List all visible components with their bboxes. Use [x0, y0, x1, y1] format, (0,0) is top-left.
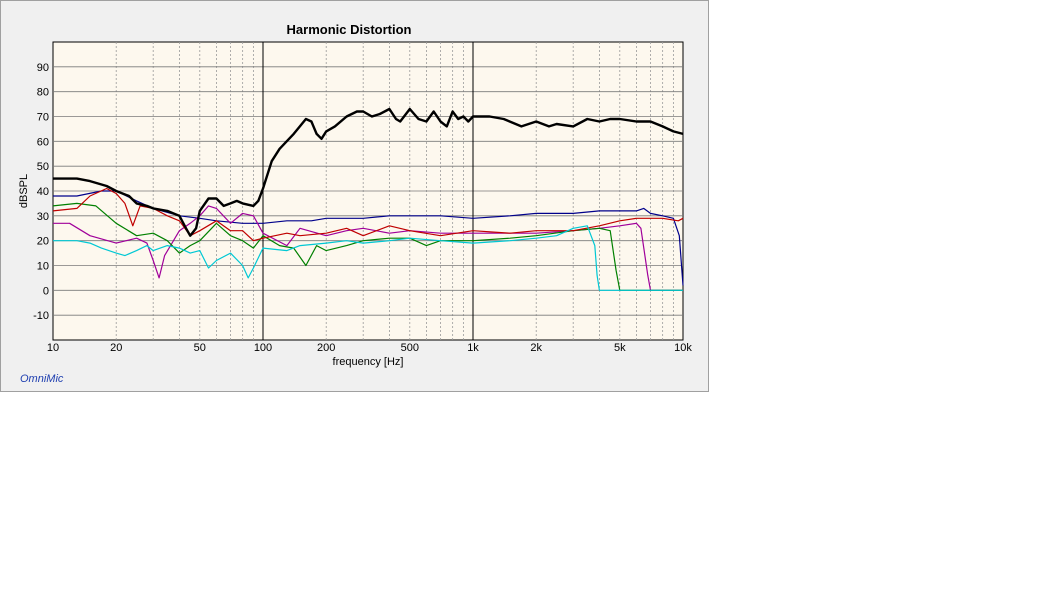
x-tick-label: 2k [530, 342, 542, 354]
x-tick-label: 10 [47, 342, 59, 354]
harmonic-distortion-chart: Harmonic Distortion 10 20 50 100 200 500 1k 2k 5… [18, 22, 692, 368]
y-tick-label: 10 [37, 261, 49, 273]
y-tick-label: 90 [37, 62, 49, 74]
y-tick-label: 70 [37, 112, 49, 124]
x-tick-label: 200 [317, 342, 335, 354]
x-tick-label: 5k [614, 342, 626, 354]
y-tick-label: 30 [37, 211, 49, 223]
y-tick-label: 20 [37, 236, 49, 248]
chart-panel: Harmonic Distortion 10 20 50 100 200 500 1k 2k 5… [0, 0, 709, 392]
y-tick-label: 40 [37, 186, 49, 198]
x-tick-label: 50 [194, 342, 206, 354]
y-tick-label: 60 [37, 136, 49, 148]
y-tick-label: 50 [37, 161, 49, 173]
x-axis-label: frequency [Hz] [333, 356, 404, 368]
x-tick-label: 500 [401, 342, 419, 354]
x-tick-label: 100 [254, 342, 272, 354]
chart-title: Harmonic Distortion [287, 22, 412, 37]
x-tick-label: 1k [467, 342, 479, 354]
y-tick-label: -10 [33, 310, 49, 322]
y-axis-label: dBSPL [18, 174, 30, 208]
x-tick-label: 20 [110, 342, 122, 354]
x-tick-label: 10k [674, 342, 692, 354]
y-tick-label: 0 [43, 285, 49, 297]
brand-label: OmniMic [20, 373, 64, 385]
y-tick-label: 80 [37, 87, 49, 99]
